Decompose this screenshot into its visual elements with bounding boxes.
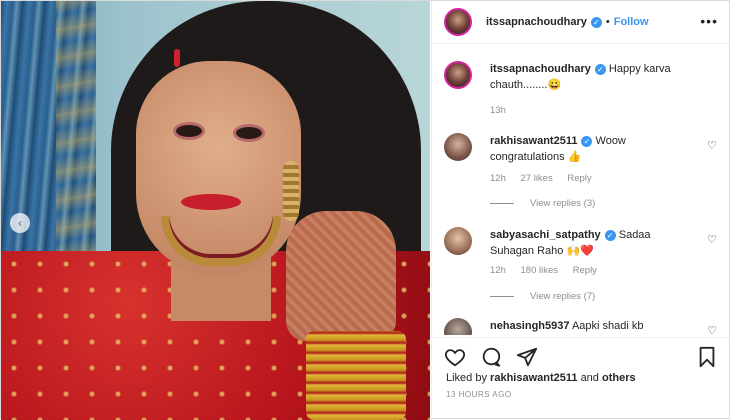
earring	[283, 161, 299, 221]
action-bar: Liked by rakhisawant2511 and others 13 H…	[432, 337, 730, 420]
comment-time: 12h	[490, 173, 506, 184]
reply-button[interactable]: Reply	[573, 265, 597, 276]
heart-icon[interactable]: ♡	[707, 233, 718, 246]
caption-body: itssapnachoudhary ✓ Happy karva chauth...…	[490, 61, 700, 93]
comment-meta: 12h 27 likes Reply	[490, 173, 604, 184]
caption-time: 13h	[490, 105, 506, 116]
sindoor	[174, 49, 180, 67]
heart-icon[interactable]	[444, 346, 466, 368]
comment-meta: 12h 180 likes Reply	[490, 265, 609, 276]
comment-text: Aapki shadi kb	[571, 320, 644, 332]
author-username[interactable]: itssapnachoudhary	[486, 16, 587, 28]
view-replies-button[interactable]: View replies (3)	[490, 198, 595, 209]
comment-username[interactable]: rakhisawant2511	[490, 135, 577, 147]
view-replies-label[interactable]: View replies (3)	[530, 198, 595, 209]
more-options-icon[interactable]: •••	[700, 13, 718, 29]
comment-likes[interactable]: 27 likes	[521, 173, 553, 184]
comment-body: nehasingh5937 Aapki shadi kb	[490, 318, 720, 334]
comment-time: 12h	[490, 265, 506, 276]
separator-dot: •	[605, 16, 610, 28]
comment-icon[interactable]	[480, 346, 502, 368]
heart-icon[interactable]: ♡	[707, 324, 718, 335]
post-photo[interactable]: ‹	[1, 1, 430, 420]
right-eye	[236, 127, 262, 139]
comment: sabyasachi_satpathy ✓ Sadaa Suhagan Raho …	[444, 227, 724, 317]
instagram-post: ‹ itssapnachoudhary ✓ • Follow ••• itssa…	[0, 0, 730, 420]
chevron-left-icon[interactable]: ‹	[10, 213, 30, 233]
comment-username[interactable]: sabyasachi_satpathy	[490, 229, 601, 241]
comment: rakhisawant2511 ✓ Woow congratulations 👍 …	[444, 133, 724, 223]
liked-others-link[interactable]: others	[602, 372, 636, 384]
mehndi-hand	[286, 211, 396, 341]
caption: itssapnachoudhary ✓ Happy karva chauth...…	[444, 61, 724, 121]
avatar[interactable]	[444, 133, 472, 161]
bangles	[306, 331, 406, 420]
reply-button[interactable]: Reply	[567, 173, 591, 184]
post-sidebar: itssapnachoudhary ✓ • Follow ••• itssapn…	[431, 1, 730, 420]
comment: nehasingh5937 Aapki shadi kb ♡	[444, 318, 724, 335]
verified-badge-icon: ✓	[590, 16, 602, 28]
comments-list[interactable]: itssapnachoudhary ✓ Happy karva chauth...…	[432, 45, 730, 335]
liked-and: and	[580, 372, 599, 384]
liked-user-link[interactable]: rakhisawant2511	[490, 372, 577, 384]
left-eye	[176, 125, 202, 137]
divider	[490, 296, 514, 297]
view-replies-button[interactable]: View replies (7)	[490, 291, 595, 302]
heart-icon[interactable]: ♡	[707, 139, 718, 152]
post-timestamp[interactable]: 13 HOURS AGO	[446, 390, 512, 399]
view-replies-label[interactable]: View replies (7)	[530, 291, 595, 302]
comment-body: sabyasachi_satpathy ✓ Sadaa Suhagan Raho …	[490, 227, 690, 259]
divider	[490, 203, 514, 204]
verified-badge-icon: ✓	[581, 135, 593, 147]
liked-prefix: Liked by	[446, 372, 487, 384]
avatar[interactable]	[444, 227, 472, 255]
avatar[interactable]	[444, 318, 472, 335]
verified-badge-icon: ✓	[594, 63, 606, 75]
share-icon[interactable]	[516, 346, 538, 368]
post-header: itssapnachoudhary ✓ • Follow •••	[432, 1, 730, 44]
avatar[interactable]	[444, 8, 472, 36]
comment-likes[interactable]: 180 likes	[521, 265, 559, 276]
avatar[interactable]	[444, 61, 472, 89]
comment-username[interactable]: nehasingh5937	[490, 320, 569, 332]
verified-badge-icon: ✓	[604, 229, 616, 241]
caption-meta: 13h	[490, 105, 518, 116]
follow-button[interactable]: Follow	[614, 16, 649, 28]
comment-body: rakhisawant2511 ✓ Woow congratulations 👍	[490, 133, 690, 165]
lips	[181, 194, 241, 210]
caption-username[interactable]: itssapnachoudhary	[490, 63, 591, 75]
likes-summary: Liked by rakhisawant2511 and others	[446, 372, 636, 384]
bookmark-icon[interactable]	[696, 346, 718, 368]
